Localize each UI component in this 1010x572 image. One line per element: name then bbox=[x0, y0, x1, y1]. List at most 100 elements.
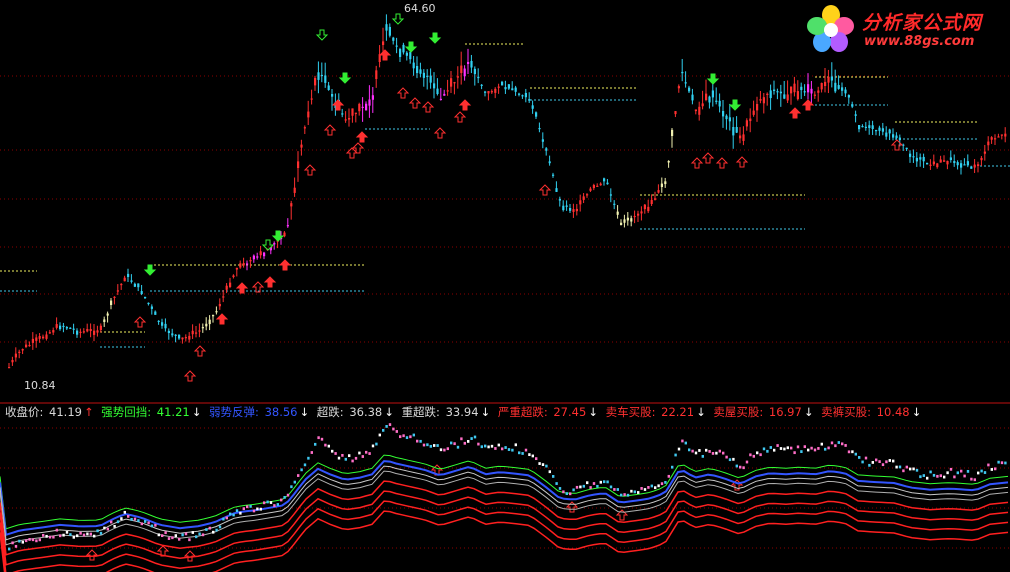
candle-body bbox=[990, 137, 993, 140]
candle-body bbox=[966, 161, 969, 166]
indicator-dot bbox=[167, 537, 171, 540]
indicator-dot bbox=[239, 511, 242, 515]
legend-strong-pullback: 强势回挡: 41.21 ↓ bbox=[101, 405, 202, 419]
up-arrow-icon bbox=[735, 156, 749, 168]
candle-body bbox=[854, 114, 857, 116]
site-logo: 分析家公式网 www.88gs.com bbox=[806, 4, 1002, 54]
indicator-dot bbox=[82, 533, 86, 537]
candle-body bbox=[545, 148, 548, 151]
indicator-dot bbox=[711, 452, 715, 455]
indicator-dot bbox=[378, 433, 381, 437]
candle-body bbox=[878, 127, 881, 131]
candle-body bbox=[348, 118, 351, 120]
indicator-dot bbox=[698, 449, 701, 452]
candle-body bbox=[1004, 133, 1007, 137]
candle-body bbox=[841, 87, 844, 91]
indicator-dot bbox=[456, 445, 460, 449]
candle-body bbox=[875, 130, 878, 132]
indicator-dot bbox=[256, 507, 259, 511]
indicator-dot bbox=[735, 464, 738, 468]
indicator-dot bbox=[62, 533, 65, 537]
candle-body bbox=[473, 68, 476, 75]
up-arrow-icon bbox=[408, 97, 422, 109]
indicator-dot bbox=[35, 539, 38, 543]
indicator-dot bbox=[181, 533, 184, 537]
indicator-dot bbox=[477, 442, 480, 446]
indicator-dot bbox=[949, 467, 953, 471]
indicator-dot bbox=[334, 452, 337, 455]
candle-body bbox=[256, 256, 259, 258]
indicator-dot bbox=[38, 538, 41, 542]
indicator-dot bbox=[531, 454, 534, 458]
stock-chart[interactable] bbox=[0, 0, 1010, 572]
indicator-dot bbox=[416, 439, 419, 443]
candle-body bbox=[626, 217, 629, 221]
indicator-dot bbox=[983, 471, 987, 474]
indicator-dot bbox=[552, 475, 555, 478]
indicator-dot bbox=[841, 442, 844, 446]
candle-body bbox=[790, 86, 793, 94]
indicator-dot bbox=[436, 444, 439, 447]
indicator-dot bbox=[932, 473, 936, 477]
legend-sell-house: 卖屋买股: 16.97 ↓ bbox=[713, 405, 814, 419]
indicator-dot bbox=[48, 535, 52, 539]
candle-body bbox=[623, 219, 626, 223]
indicator-dot bbox=[620, 493, 623, 497]
indicator-dot bbox=[188, 538, 191, 542]
indicator-dot bbox=[412, 433, 415, 437]
candle-body bbox=[382, 41, 385, 45]
candle-body bbox=[259, 251, 262, 256]
candle-body bbox=[297, 161, 300, 168]
candle-body bbox=[742, 134, 745, 141]
indicator-dot bbox=[558, 487, 562, 490]
candle-body bbox=[735, 126, 738, 133]
candle-body bbox=[691, 94, 694, 101]
indicator-dot bbox=[72, 535, 75, 539]
indicator-dot bbox=[555, 482, 558, 485]
up-arrow-icon bbox=[378, 49, 392, 61]
candle-body bbox=[52, 330, 55, 333]
candle-body bbox=[909, 153, 912, 157]
candle-body bbox=[212, 315, 215, 317]
candle-body bbox=[171, 333, 174, 336]
indicator-dot bbox=[297, 474, 300, 477]
candle-body bbox=[708, 96, 711, 103]
candle-body bbox=[905, 147, 908, 150]
indicator-dot bbox=[898, 465, 902, 469]
indicator-dot bbox=[987, 463, 990, 467]
indicator-dot bbox=[994, 467, 997, 471]
indicator-dot bbox=[120, 517, 123, 520]
indicator-dot bbox=[235, 509, 239, 513]
candle-body bbox=[106, 313, 109, 316]
candle-body bbox=[671, 129, 674, 136]
indicator-dot bbox=[341, 453, 344, 457]
indicator-dot bbox=[773, 448, 776, 452]
indicator-dot bbox=[320, 437, 324, 441]
indicator-dot bbox=[201, 533, 205, 537]
indicator-dot bbox=[599, 480, 602, 484]
candle-body bbox=[167, 330, 170, 333]
indicator-dot bbox=[42, 533, 45, 537]
candle-body bbox=[963, 164, 966, 166]
indicator-dot bbox=[259, 507, 262, 511]
candle-body bbox=[232, 275, 235, 278]
candle-body bbox=[164, 323, 167, 329]
indicator-dot bbox=[327, 444, 330, 448]
candle-body bbox=[174, 334, 177, 336]
indicator-dot bbox=[161, 534, 164, 538]
indicator-dot bbox=[701, 454, 704, 458]
indicator-dot bbox=[174, 534, 177, 538]
candle-body bbox=[290, 203, 293, 207]
indicator-dot bbox=[562, 490, 565, 494]
candle-body bbox=[572, 209, 575, 212]
candle-body bbox=[620, 222, 623, 225]
indicator-dot bbox=[55, 528, 58, 532]
indicator-dot bbox=[490, 444, 494, 448]
indicator-dot bbox=[433, 444, 436, 447]
candle-body bbox=[405, 52, 408, 56]
indicator-dot bbox=[970, 477, 973, 481]
candle-body bbox=[484, 91, 487, 93]
indicator-dot bbox=[684, 441, 687, 445]
candle-body bbox=[385, 24, 388, 31]
indicator-legend: 收盘价: 41.19 ↑ 强势回挡: 41.21 ↓ 弱势反弹: 38.56 ↓ 超跌… bbox=[5, 404, 925, 419]
